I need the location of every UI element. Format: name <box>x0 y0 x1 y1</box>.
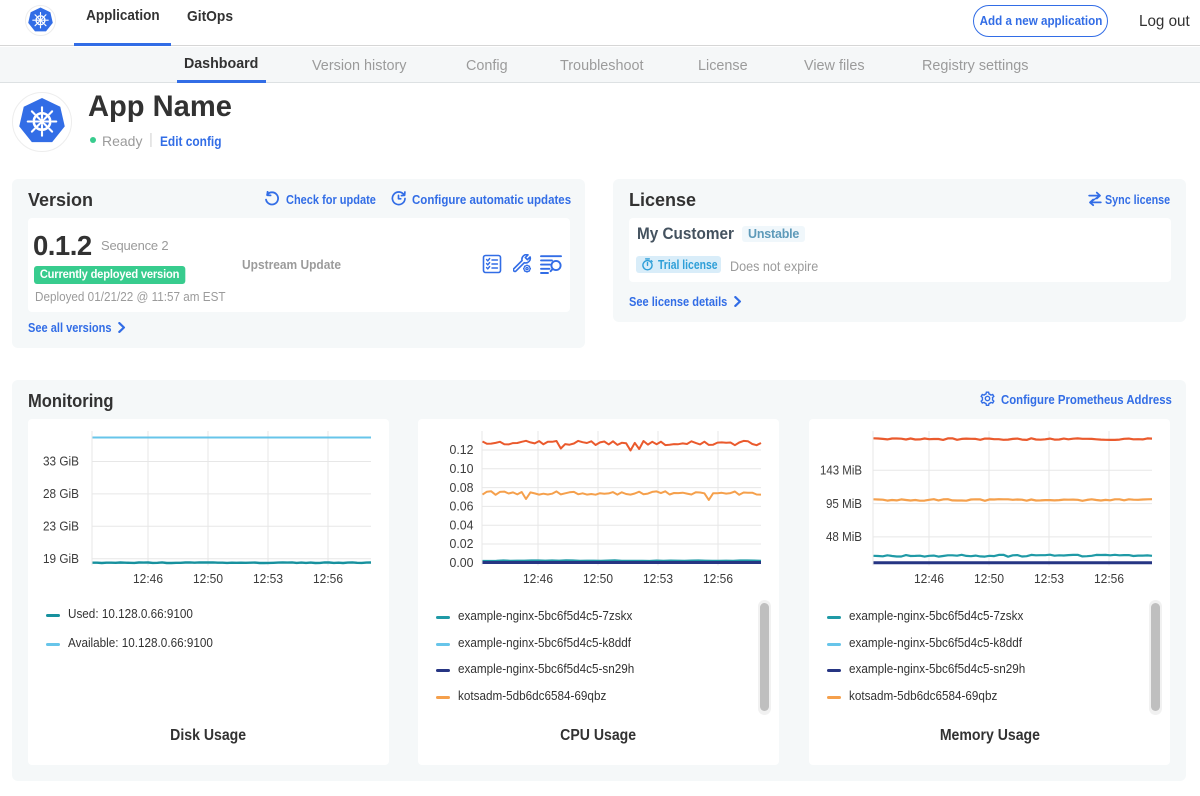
svg-text:33 GiB: 33 GiB <box>43 455 79 469</box>
svg-text:12:50: 12:50 <box>193 572 223 586</box>
svg-text:0.06: 0.06 <box>450 500 474 514</box>
svg-text:12:53: 12:53 <box>253 572 283 586</box>
svg-text:95 MiB: 95 MiB <box>826 497 862 511</box>
svg-text:0.00: 0.00 <box>450 556 474 570</box>
svg-text:12:53: 12:53 <box>643 572 673 586</box>
svg-text:12:46: 12:46 <box>133 572 163 586</box>
svg-text:12:56: 12:56 <box>313 572 343 586</box>
svg-text:12:46: 12:46 <box>523 572 553 586</box>
svg-text:12:56: 12:56 <box>1094 572 1124 586</box>
svg-text:19 GiB: 19 GiB <box>43 552 79 566</box>
svg-text:48 MiB: 48 MiB <box>826 530 862 544</box>
svg-text:12:53: 12:53 <box>1034 572 1064 586</box>
svg-text:23 GiB: 23 GiB <box>43 520 79 534</box>
svg-text:12:56: 12:56 <box>703 572 733 586</box>
svg-text:0.02: 0.02 <box>450 537 474 551</box>
svg-text:12:50: 12:50 <box>583 572 613 586</box>
svg-text:0.10: 0.10 <box>450 462 474 476</box>
svg-text:0.12: 0.12 <box>450 443 474 457</box>
svg-text:143 MiB: 143 MiB <box>820 464 862 478</box>
svg-text:28 GiB: 28 GiB <box>43 487 79 501</box>
svg-text:12:50: 12:50 <box>974 572 1004 586</box>
svg-text:0.08: 0.08 <box>450 481 474 495</box>
svg-text:0.04: 0.04 <box>450 518 474 532</box>
svg-text:12:46: 12:46 <box>914 572 944 586</box>
